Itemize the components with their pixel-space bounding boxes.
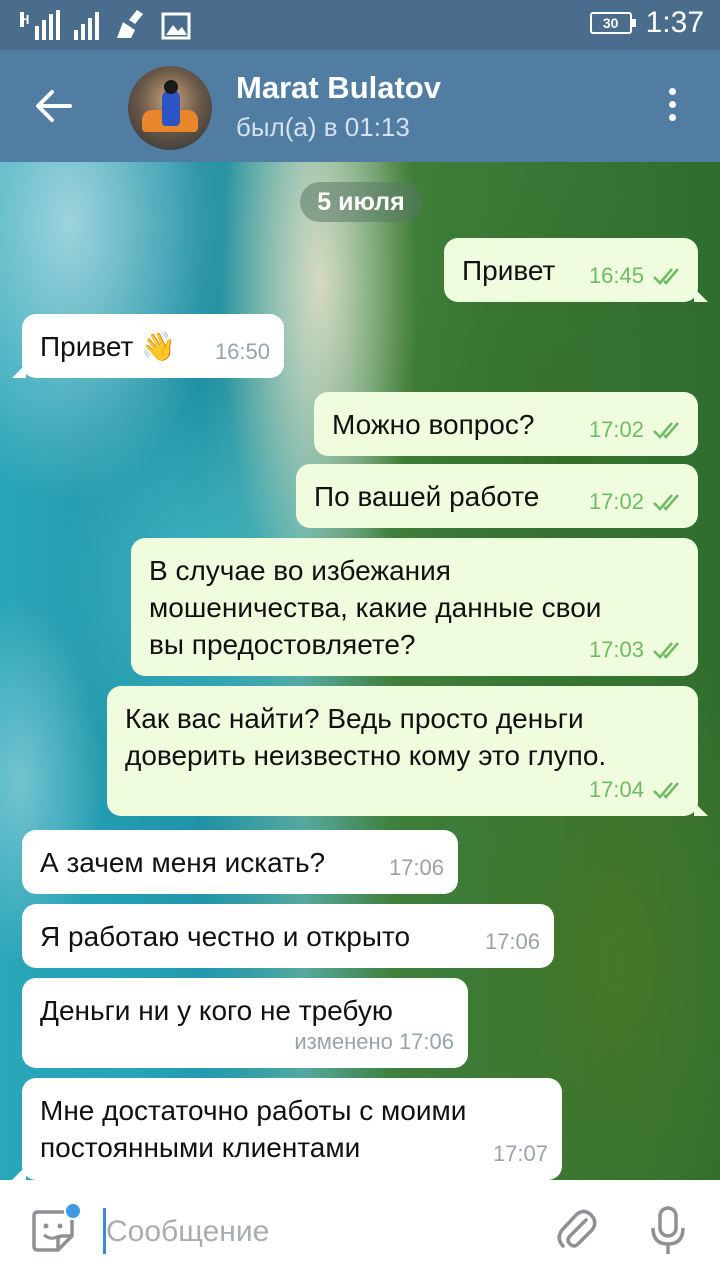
message-bubble[interactable]: Деньги ни у кого не требую изменено 17:0… [22, 978, 468, 1068]
status-bar: H 30 1:37 [0, 0, 720, 50]
sticker-icon[interactable] [30, 1202, 82, 1254]
message-time: 17:06 [388, 855, 444, 880]
message-time: 17:03 [588, 637, 644, 662]
message-bubble[interactable]: Я работаю честно и открыто 17:06 [22, 904, 554, 968]
status-time: 1:37 [645, 6, 704, 39]
message-text: Можно вопрос? [332, 409, 535, 440]
signal-strength-2-icon [74, 10, 99, 40]
avatar[interactable] [128, 66, 212, 150]
message-composer [0, 1180, 720, 1280]
message-bubble[interactable]: А зачем меня искать? 17:06 [22, 830, 458, 894]
contact-name[interactable]: Marat Bulatov [236, 70, 441, 106]
double-check-icon [653, 421, 679, 439]
message-bubble[interactable]: Как вас найти? Ведь просто деньги довери… [107, 686, 708, 816]
message-bubble[interactable]: Мне достаточно работы с моими постоянным… [12, 1078, 562, 1180]
message-input[interactable] [106, 1210, 526, 1254]
cleaner-icon [117, 10, 143, 38]
contact-last-seen: был(а) в 01:13 [236, 112, 410, 142]
message-time: 17:02 [588, 417, 644, 442]
image-icon [161, 12, 191, 40]
double-check-icon [653, 641, 679, 659]
message-bubble[interactable]: Привет 16:45 [444, 238, 708, 302]
message-text: Как вас найти? Ведь просто деньги довери… [125, 703, 607, 771]
double-check-icon [653, 493, 679, 511]
more-vertical-icon[interactable] [664, 88, 680, 128]
network-type: H [20, 12, 30, 27]
message-time: 16:45 [588, 263, 644, 288]
message-time: 17:04 [588, 777, 644, 802]
chat-history[interactable]: 5 июля Привет 16:45 Привет 👋 16:50 Можно… [0, 162, 720, 1180]
message-time: 16:50 [214, 339, 270, 364]
message-text: В случае во избежания мошеничества, каки… [149, 555, 602, 660]
paperclip-icon[interactable] [556, 1206, 598, 1254]
message-text: Привет 👋 [40, 331, 177, 362]
back-arrow-icon[interactable] [34, 86, 74, 126]
message-text: По вашей работе [314, 481, 540, 512]
notification-dot [64, 1202, 82, 1220]
double-check-icon [653, 781, 679, 799]
message-text: Привет [462, 255, 556, 286]
message-text: Мне достаточно работы с моими постоянным… [40, 1095, 467, 1163]
signal-strength-icon: H [18, 10, 60, 40]
message-text: А зачем меня искать? [40, 847, 326, 878]
double-check-icon [653, 267, 679, 285]
message-time: 17:02 [588, 489, 644, 514]
microphone-icon[interactable] [650, 1206, 686, 1256]
message-bubble[interactable]: Можно вопрос? 17:02 [314, 392, 698, 456]
chat-header: Marat Bulatov был(а) в 01:13 [0, 50, 720, 162]
message-bubble[interactable]: По вашей работе 17:02 [296, 464, 698, 528]
message-time: 17:06 [484, 929, 540, 954]
battery-icon: 30 [589, 12, 636, 34]
message-time: изменено 17:06 [294, 1029, 454, 1054]
status-left: H [18, 8, 191, 40]
date-separator: 5 июля [300, 182, 422, 222]
message-text: Я работаю честно и открыто [40, 921, 411, 952]
message-bubble[interactable]: В случае во избежания мошеничества, каки… [131, 538, 698, 676]
message-time: 17:07 [492, 1141, 548, 1166]
message-bubble[interactable]: Привет 👋 16:50 [12, 314, 284, 378]
status-right: 30 1:37 [589, 6, 704, 40]
